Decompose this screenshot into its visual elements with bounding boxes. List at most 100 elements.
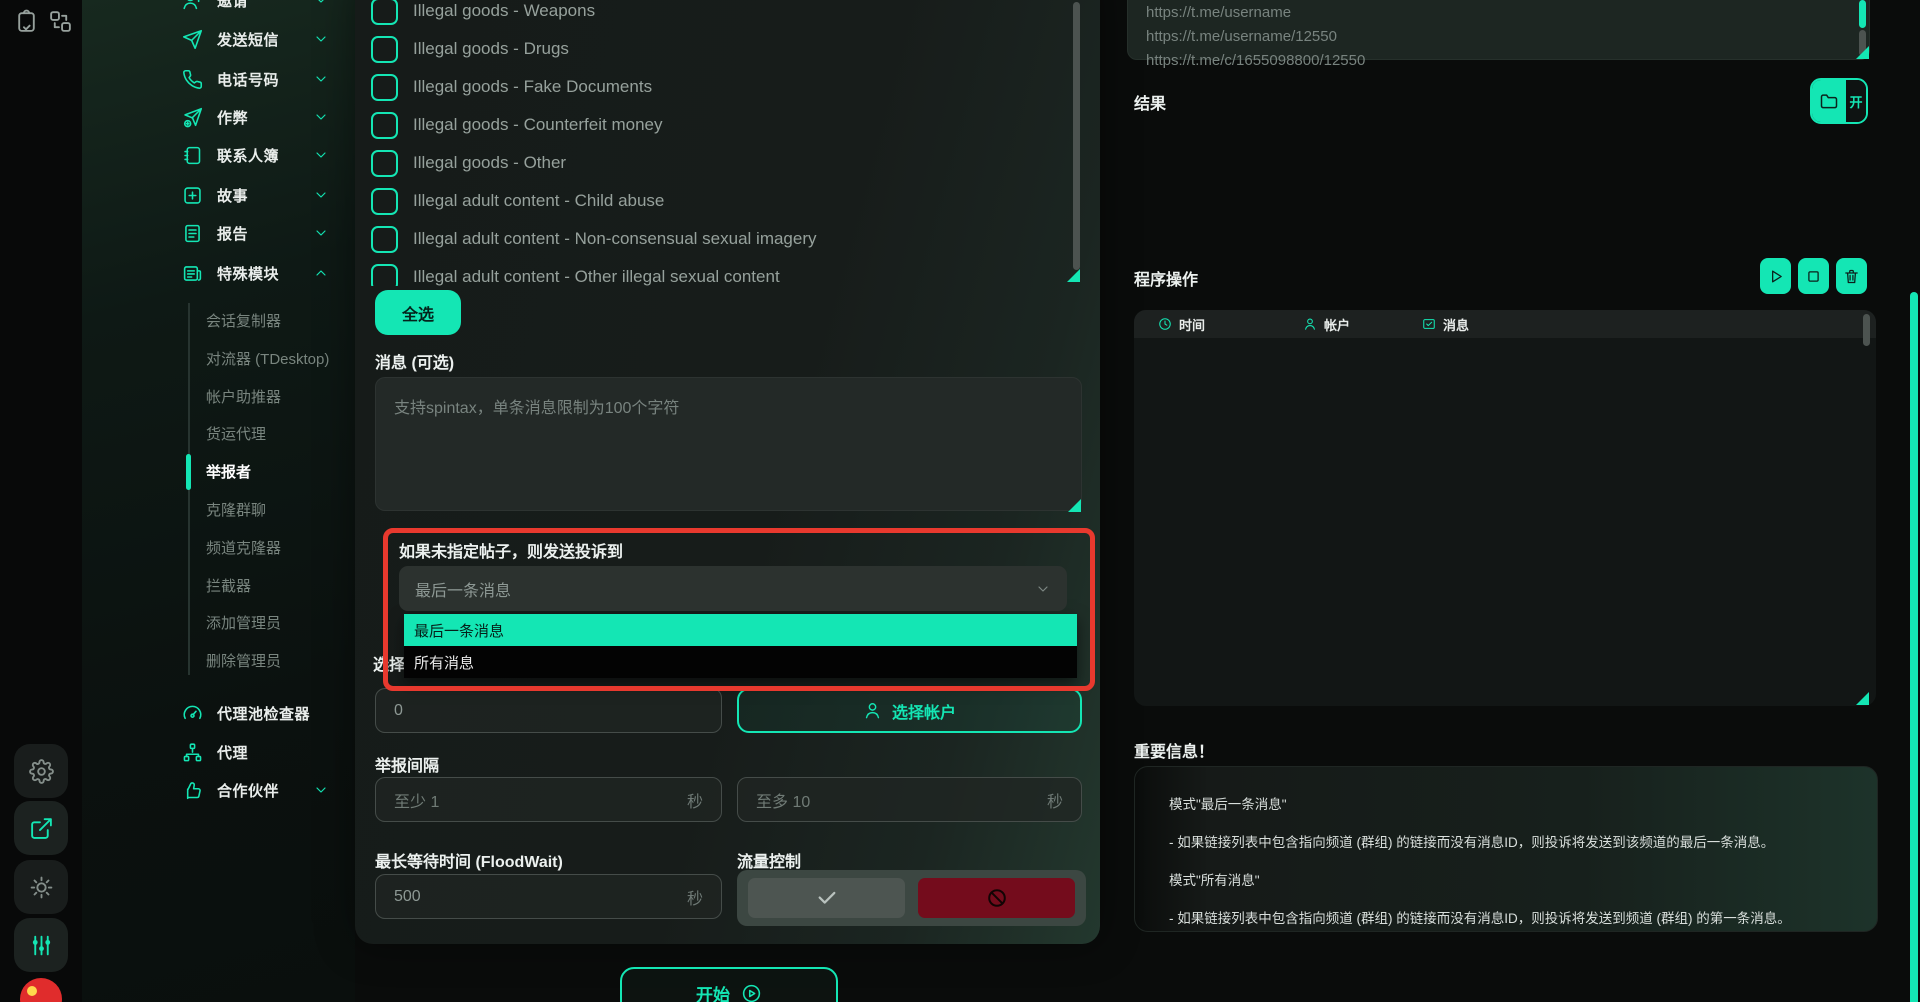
list-item: Illegal goods - Counterfeit money	[371, 110, 662, 140]
traffic-block-button[interactable]	[918, 878, 1075, 918]
sidebar-item-remove-admin[interactable]: 删除管理员	[206, 645, 281, 675]
sidebar-item-proxy-pool-checker[interactable]: 代理池检查器	[182, 697, 329, 729]
sidebar-item-reporter[interactable]: 举报者	[206, 456, 251, 486]
chevron-down-icon	[313, 109, 329, 125]
operations-label: 程序操作	[1134, 266, 1198, 290]
contacts-icon	[182, 145, 203, 166]
interval-min-input[interactable]: 至少 1 秒	[375, 777, 722, 822]
checkbox[interactable]	[371, 188, 398, 215]
list-item: Illegal adult content - Other illegal se…	[371, 262, 780, 286]
clear-button[interactable]	[1836, 258, 1867, 294]
run-button[interactable]	[1760, 258, 1791, 294]
sidebar-item-channel-cloner[interactable]: 频道克隆器	[206, 532, 281, 562]
sidebar-item-add-admin[interactable]: 添加管理员	[206, 607, 281, 637]
list-item: Illegal goods - Drugs	[371, 34, 569, 64]
sidebar-item-send-sms[interactable]: 发送短信	[182, 23, 329, 55]
column-account: 帐户	[1303, 315, 1350, 334]
start-button[interactable]: 开始	[620, 967, 838, 1002]
external-link-button[interactable]	[14, 801, 68, 855]
operations-scrollbar[interactable]	[1863, 314, 1870, 346]
sidebar-item-invite[interactable]: 邀请	[182, 0, 329, 16]
message-input[interactable]: 支持spintax，单条消息限制为100个字符	[375, 377, 1082, 511]
interval-max-input[interactable]: 至多 10 秒	[737, 777, 1082, 822]
links-input[interactable]: https://t.me/username https://t.me/usern…	[1127, 0, 1870, 60]
results-label: 结果	[1134, 90, 1166, 114]
sidebar-item-phone-numbers[interactable]: 电话号码	[182, 63, 329, 95]
important-info-card: 模式"最后一条消息" - 如果链接列表中包含指向频道 (群组) 的链接而没有消息…	[1134, 766, 1878, 932]
sliders-button[interactable]	[14, 918, 68, 972]
list-resize-grip[interactable]	[1067, 269, 1080, 282]
select-all-button[interactable]: 全选	[375, 290, 461, 335]
operations-resize-grip[interactable]	[1856, 692, 1869, 705]
folder-icon	[1812, 80, 1846, 122]
operations-table-header: 时间 帐户 消息	[1134, 310, 1876, 338]
app-window: 邀请 发送短信 电话号码 作弊 联系人簿 故事	[0, 0, 1920, 1002]
thumbs-up-icon	[182, 780, 203, 801]
chevron-down-icon	[313, 0, 329, 8]
stories-icon	[182, 185, 203, 206]
choose-accounts-button[interactable]: 选择帐户	[737, 688, 1082, 733]
report-icon	[182, 223, 203, 244]
links-resize-grip[interactable]	[1856, 46, 1869, 59]
sidebar-item-account-booster[interactable]: 帐户助推器	[206, 381, 281, 411]
links-scrollbar-thumb[interactable]	[1859, 0, 1866, 28]
post-target-dropdown: 最后一条消息 所有消息	[404, 614, 1077, 678]
gauge-icon	[182, 703, 203, 724]
sidebar-item-reports[interactable]: 报告	[182, 217, 329, 249]
checkbox[interactable]	[371, 150, 398, 177]
sidebar-item-partners[interactable]: 合作伙伴	[182, 774, 329, 806]
sidebar-item-proxy[interactable]: 代理	[182, 736, 329, 768]
dropdown-option-last-message[interactable]: 最后一条消息	[404, 614, 1077, 646]
check-icon	[816, 887, 838, 909]
sidebar-item-interceptor[interactable]: 拦截器	[206, 570, 251, 600]
checkbox[interactable]	[371, 226, 398, 253]
checkbox[interactable]	[371, 74, 398, 101]
sidebar-item-spam[interactable]: 作弊	[182, 101, 329, 133]
page-scrollbar[interactable]	[1910, 292, 1918, 1002]
important-info-label: 重要信息！	[1134, 738, 1214, 762]
sidebar-item-converter[interactable]: 对流器 (TDesktop)	[206, 343, 329, 373]
checkbox[interactable]	[371, 112, 398, 139]
clipboard-check-icon[interactable]	[14, 9, 39, 34]
list-scrollbar[interactable]	[1073, 2, 1080, 270]
sidebar-item-clone-group-chat[interactable]: 克隆群聊	[206, 494, 266, 524]
list-item: Illegal adult content - Child abuse	[371, 186, 664, 216]
layout-swap-icon[interactable]	[48, 9, 73, 34]
dropdown-option-all-messages[interactable]: 所有消息	[404, 646, 1077, 678]
sidebar-item-contacts[interactable]: 联系人簿	[182, 139, 329, 171]
list-item: Illegal adult content - Non-consensual s…	[371, 224, 817, 254]
mail-icon	[1422, 317, 1436, 331]
stop-button[interactable]	[1798, 258, 1829, 294]
message-resize-grip[interactable]	[1068, 499, 1081, 512]
settings-button[interactable]	[14, 744, 68, 798]
checkbox[interactable]	[371, 36, 398, 63]
theme-button[interactable]	[14, 860, 68, 914]
external-link-icon	[29, 816, 54, 841]
checkbox[interactable]	[371, 264, 398, 287]
operations-table: 时间 帐户 消息	[1134, 310, 1876, 706]
modules-icon	[182, 263, 203, 284]
info-line: 模式"所有消息"	[1169, 869, 1260, 889]
floodwait-input[interactable]: 500 秒	[375, 874, 722, 919]
checkbox[interactable]	[371, 0, 398, 25]
report-category-list: Illegal goods - Weapons Illegal goods - …	[355, 0, 1067, 286]
list-item: Illegal goods - Fake Documents	[371, 72, 652, 102]
account-count-input[interactable]: 0	[375, 688, 722, 733]
open-results-button[interactable]: 开	[1810, 78, 1868, 124]
language-flag-icon[interactable]	[20, 978, 62, 1002]
list-item: Illegal goods - Weapons	[371, 0, 595, 26]
gear-icon	[29, 759, 54, 784]
list-item: Illegal goods - Other	[371, 148, 566, 178]
chevron-down-icon	[313, 147, 329, 163]
info-line: - 如果链接列表中包含指向频道 (群组) 的链接而没有消息ID，则投诉将发送到频…	[1169, 907, 1791, 927]
sidebar-item-freight-agent[interactable]: 货运代理	[206, 418, 266, 448]
invite-icon	[182, 0, 203, 11]
network-icon	[182, 742, 203, 763]
post-target-select[interactable]: 最后一条消息	[399, 566, 1067, 611]
traffic-allow-button[interactable]	[748, 878, 905, 918]
sidebar-item-stories[interactable]: 故事	[182, 179, 329, 211]
sidebar-item-special-modules[interactable]: 特殊模块	[182, 257, 329, 289]
sidebar-item-session-cloner[interactable]: 会话复制器	[206, 305, 281, 335]
brightness-icon	[29, 875, 54, 900]
chevron-down-icon	[313, 31, 329, 47]
